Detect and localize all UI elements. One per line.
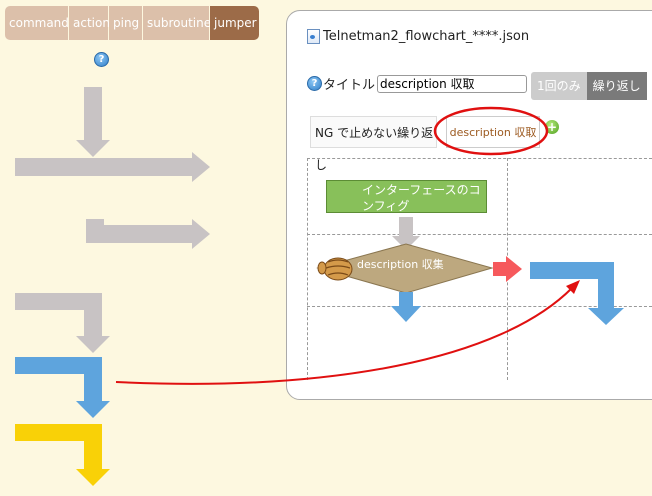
flowchart-graphics (115, 106, 624, 385)
flow-corner-arrow-blue (530, 262, 624, 325)
croissant-icon (317, 257, 353, 281)
diamond-label: description 収集 (357, 258, 444, 271)
flow-right-arrow-red (493, 256, 522, 282)
node-label: インターフェースのコンフィグ (362, 183, 481, 213)
flow-down-arrow-blue (391, 292, 421, 322)
annotation-ellipse (433, 106, 549, 156)
annotation-curve (115, 287, 573, 385)
node-interface-config[interactable]: インターフェースのコンフィグ (326, 180, 487, 213)
